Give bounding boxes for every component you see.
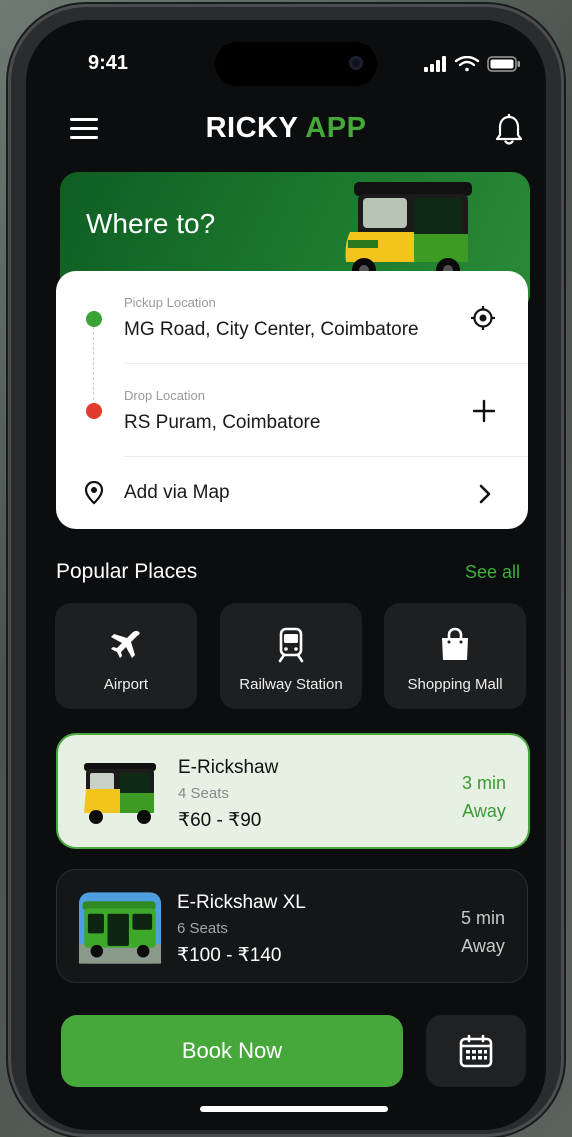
divider	[124, 363, 528, 364]
bell-icon[interactable]	[494, 114, 524, 146]
see-all-link[interactable]: See all	[465, 562, 520, 583]
drop-input[interactable]: RS Puram, Coimbatore	[124, 412, 320, 434]
signal-icon	[424, 56, 446, 72]
wifi-icon	[454, 56, 480, 72]
rickshaw-xl-thumbnail	[79, 892, 161, 964]
app-title-accent: APP	[305, 112, 367, 144]
shopping-bag-icon	[442, 627, 468, 660]
place-label: Railway Station	[239, 676, 343, 693]
place-card-airport[interactable]: Airport	[55, 603, 197, 709]
drop-label: Drop Location	[124, 388, 205, 403]
ride-eta-time: 3 min	[461, 773, 506, 793]
ride-seats: 4 Seats	[178, 785, 229, 802]
add-via-map-label: Add via Map	[124, 482, 230, 503]
dynamic-island	[215, 42, 377, 86]
ride-name: E-Rickshaw XL	[177, 892, 306, 913]
ride-price: ₹60 - ₹90	[178, 810, 262, 831]
schedule-button[interactable]	[426, 1015, 526, 1087]
ride-price: ₹100 - ₹140	[177, 945, 282, 966]
ride-seats: 6 Seats	[177, 920, 228, 937]
place-label: Shopping Mall	[407, 676, 503, 693]
app-title-primary: RICKY	[205, 112, 298, 144]
app-screen: 9:41 RICKY APP Where to? Pickup Location…	[26, 20, 546, 1130]
chevron-right-icon	[479, 484, 491, 504]
pickup-dot	[86, 311, 102, 327]
hero-title: Where to?	[86, 208, 216, 239]
locate-icon[interactable]	[470, 305, 496, 331]
location-card: Pickup Location MG Road, City Center, Co…	[56, 271, 528, 529]
home-indicator[interactable]	[200, 1106, 388, 1112]
drop-dot	[86, 403, 102, 419]
camera-icon	[349, 56, 363, 70]
ride-name: E-Rickshaw	[178, 757, 279, 778]
popular-places-title: Popular Places	[56, 560, 198, 583]
pickup-label: Pickup Location	[124, 295, 216, 310]
ride-option-e-rickshaw[interactable]: E-Rickshaw 4 Seats ₹60 - ₹90 3 min Away	[56, 733, 530, 849]
ride-eta-label: Away	[462, 801, 506, 821]
ride-eta: 3 min Away	[462, 769, 506, 825]
airplane-icon	[111, 630, 140, 658]
map-pin-icon	[84, 481, 104, 505]
battery-icon	[487, 56, 520, 72]
ride-option-e-rickshaw-xl[interactable]: E-Rickshaw XL 6 Seats ₹100 - ₹140 5 min …	[56, 869, 528, 983]
ride-eta-label: Away	[461, 936, 505, 956]
calendar-icon	[459, 1034, 493, 1068]
route-line	[93, 327, 94, 415]
place-card-railway[interactable]: Railway Station	[220, 603, 362, 709]
book-now-button[interactable]: Book Now	[61, 1015, 403, 1087]
ride-eta-time: 5 min	[460, 908, 505, 928]
place-card-mall[interactable]: Shopping Mall	[384, 603, 526, 709]
status-time: 9:41	[88, 52, 129, 74]
add-via-map-row[interactable]: Add via Map	[56, 457, 528, 529]
add-stop-icon[interactable]	[472, 399, 496, 423]
app-title: RICKY APP	[26, 112, 546, 145]
place-label: Airport	[103, 676, 149, 693]
rickshaw-thumbnail	[84, 763, 156, 824]
status-icons	[424, 56, 520, 72]
train-icon	[278, 627, 304, 663]
pickup-input[interactable]: MG Road, City Center, Coimbatore	[124, 319, 419, 341]
ride-eta: 5 min Away	[461, 904, 505, 960]
